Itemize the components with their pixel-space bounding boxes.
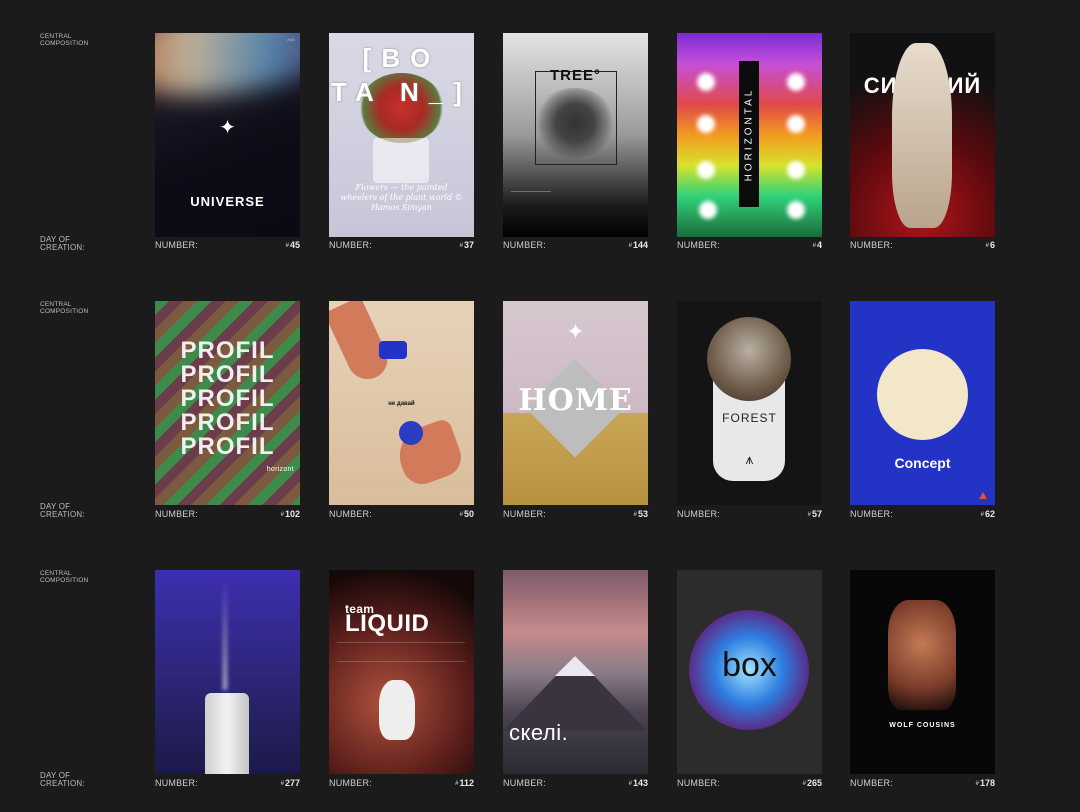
poster-caption: NUMBER: #6 (850, 240, 995, 252)
day-of-creation-label: DAY OF CREATION: (40, 771, 85, 788)
number-label: NUMBER: (850, 778, 893, 788)
number-label: NUMBER: (329, 509, 372, 519)
number-label: NUMBER: (155, 778, 198, 788)
poster-number: #6 (985, 240, 995, 250)
logo-icon: ⩚ (745, 451, 754, 467)
number-label: NUMBER: (503, 240, 546, 250)
poster-title: box (722, 646, 777, 684)
poster-caption: NUMBER: #143 (503, 778, 648, 790)
poster-mountain[interactable]: скелі. (503, 570, 648, 774)
poster-wolf-cousins[interactable]: WOLF COUSINS (850, 570, 995, 774)
poster-number: #143 (628, 778, 648, 788)
figure-shape (888, 600, 956, 710)
poster-home[interactable]: ✦ HOME (503, 301, 648, 505)
poster-script: Flowers — the painted wheelers of the pl… (340, 183, 463, 212)
poster-caption: NUMBER: #53 (503, 509, 648, 521)
blue-flower (399, 421, 423, 445)
poster-caption: NUMBER: #277 (155, 778, 300, 790)
number-label: NUMBER: (155, 240, 198, 250)
number-label: NUMBER: (329, 778, 372, 788)
tree-shape (533, 88, 617, 158)
poster-caption: NUMBER: #50 (329, 509, 474, 521)
poster-forest[interactable]: FOREST ⩚ (677, 301, 822, 505)
poster-title: HOME (518, 383, 633, 418)
day-of-creation-label: DAY OF CREATION: (40, 502, 85, 519)
poster-number: #144 (628, 240, 648, 250)
poster-title: [BO TA N_] (331, 43, 472, 107)
vase-shape (373, 138, 429, 183)
poster-botan[interactable]: [BO TA N_] Flowers — the painted wheeler… (329, 33, 474, 237)
poster-corner-number: #45 (287, 37, 295, 42)
poster-number: #277 (280, 778, 300, 788)
poster-title: PROFIL PROFIL PROFIL PROFIL PROFIL (180, 337, 275, 460)
poster-caption: NUMBER: #62 (850, 509, 995, 521)
poster-profil[interactable]: PROFIL PROFIL PROFIL PROFIL PROFIL horizont (155, 301, 300, 505)
poster-caption: NUMBER: #45 (155, 240, 300, 252)
poster-number: #50 (459, 509, 474, 519)
poster-title: TREE° (549, 67, 601, 84)
poster-number: #37 (459, 240, 474, 250)
statue-shape (892, 43, 952, 228)
poster-number: #62 (980, 509, 995, 519)
toy-gun (379, 341, 407, 359)
poster-title: не давай (388, 401, 415, 407)
poster-concept[interactable]: Concept (850, 301, 995, 505)
star-icon: ✦ (219, 117, 236, 139)
poster-title: HORIZONTAL (743, 87, 755, 181)
poster-caption: NUMBER: #57 (677, 509, 822, 521)
number-label: NUMBER: (677, 509, 720, 519)
triangle-icon (979, 492, 987, 499)
poster-caption: NUMBER: #265 (677, 778, 822, 790)
smoke (223, 580, 227, 690)
cream-circle (877, 349, 968, 440)
central-composition-label: CENTRAL COMPOSITION (40, 301, 89, 315)
poster-number: #53 (633, 509, 648, 519)
poster-number: #57 (807, 509, 822, 519)
poster-caption: NUMBER: #37 (329, 240, 474, 252)
poster-number: #4 (812, 240, 822, 250)
number-label: NUMBER: (850, 509, 893, 519)
star-icon: ✦ (566, 319, 585, 344)
poster-caption: NUMBER: #102 (155, 509, 300, 521)
poster-box[interactable]: box (677, 570, 822, 774)
number-label: NUMBER: (677, 778, 720, 788)
poster-caption: NUMBER: #144 (503, 240, 648, 252)
number-label: NUMBER: (155, 509, 198, 519)
poster-statue[interactable]: СИЛЬНИЙ (850, 33, 995, 237)
poster-subtitle: horizont (266, 466, 294, 473)
number-label: NUMBER: (503, 778, 546, 788)
text-lines (337, 642, 465, 662)
poster-number: #112 (455, 778, 474, 788)
number-label: NUMBER: (850, 240, 893, 250)
poster-hands[interactable]: не давай (329, 301, 474, 505)
poster-title: LIQUID (345, 610, 430, 637)
poster-title: Concept (894, 455, 951, 471)
poster-caption: NUMBER: #178 (850, 778, 995, 790)
poster-universe[interactable]: ✦ UNIVERSE #45 (155, 33, 300, 237)
candle-shape (205, 693, 249, 774)
poster-title: скелі. (509, 720, 569, 745)
central-composition-label: CENTRAL COMPOSITION (40, 570, 89, 584)
poster-title: WOLF COUSINS (889, 722, 956, 729)
poster-number: #178 (975, 778, 995, 788)
day-of-creation-label: DAY OF CREATION: (40, 235, 85, 252)
poster-number: #265 (802, 778, 822, 788)
forest-circle (707, 317, 791, 401)
number-label: NUMBER: (329, 240, 372, 250)
number-label: NUMBER: (677, 240, 720, 250)
poster-candle[interactable] (155, 570, 300, 774)
poster-caption: NUMBER: #112 (329, 778, 474, 790)
poster-horizontal[interactable]: HORIZONTAL (677, 33, 822, 237)
number-label: NUMBER: (503, 509, 546, 519)
poster-caption: NUMBER: #4 (677, 240, 822, 252)
central-composition-label: CENTRAL COMPOSITION (40, 33, 89, 47)
poster-number: #45 (285, 240, 300, 250)
poster-tree[interactable]: TREE° (503, 33, 648, 237)
poster-title: UNIVERSE (190, 194, 265, 209)
poster-title: FOREST (722, 411, 777, 425)
cat-mask (379, 680, 415, 740)
snow-cap (555, 656, 595, 676)
poster-number: #102 (280, 509, 300, 519)
poster-liquid[interactable]: team LIQUID (329, 570, 474, 774)
